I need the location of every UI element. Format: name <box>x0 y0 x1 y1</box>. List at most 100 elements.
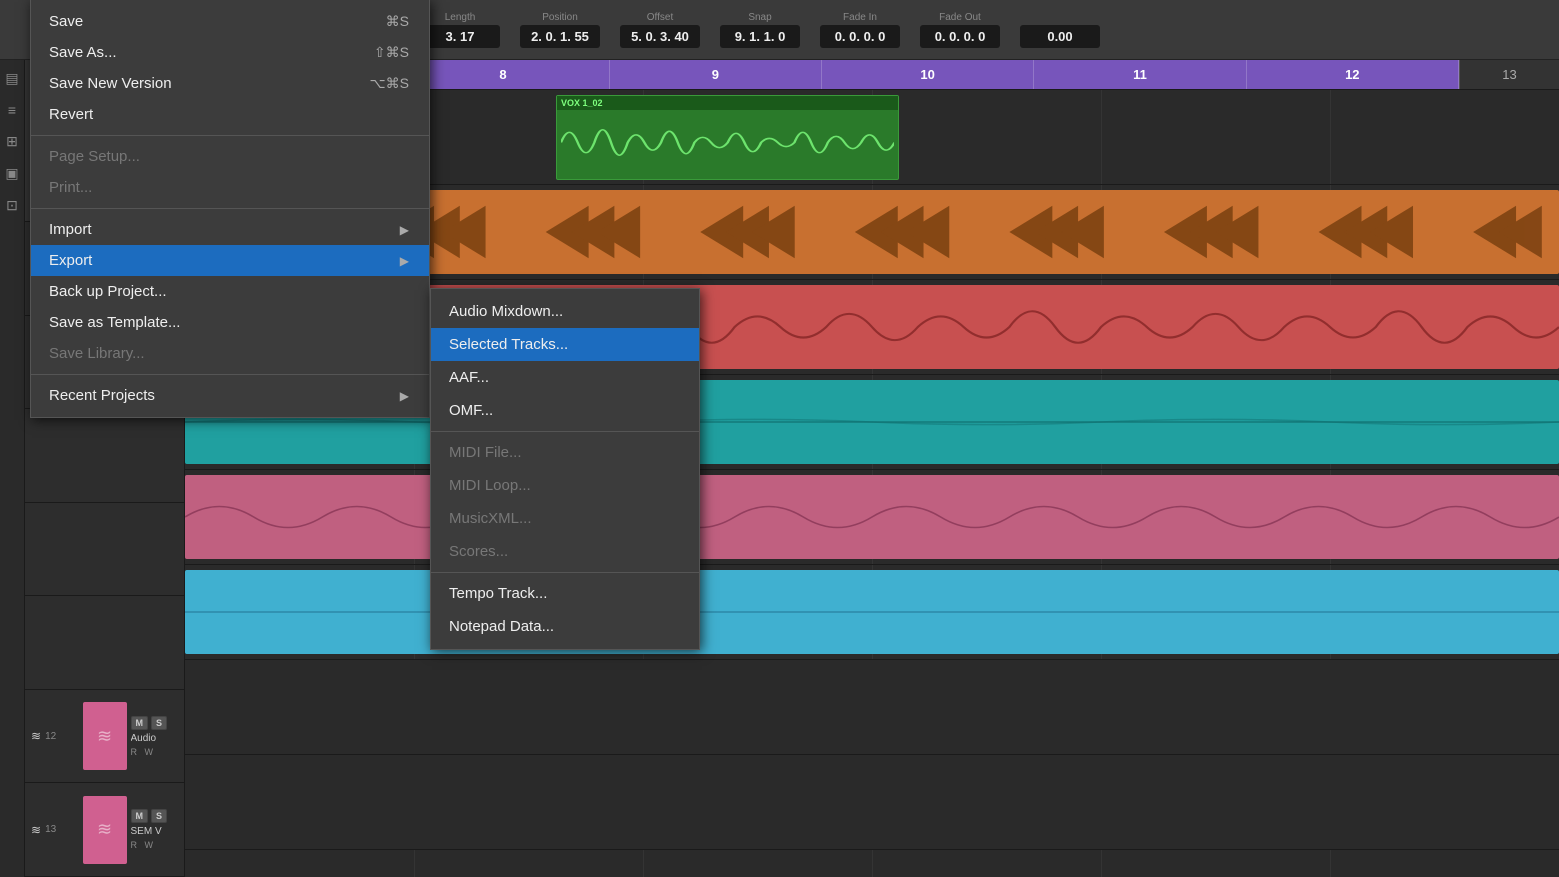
length-value: 3. 17 <box>420 25 500 48</box>
export-item-aaf[interactable]: AAF... <box>431 361 699 394</box>
menu-item-save-as-label: Save As... <box>49 44 117 61</box>
export-item-aaf-label: AAF... <box>449 369 489 386</box>
menu-item-recent-projects[interactable]: Recent Projects ▶ <box>31 380 429 411</box>
menu-item-print-label: Print... <box>49 179 92 196</box>
menu-item-save-new-version-shortcut: ⌥⌘S <box>370 75 409 92</box>
track-12-buttons: M S <box>131 716 179 730</box>
track-13-s-btn[interactable]: S <box>151 809 167 823</box>
track-12-controls: M S Audio R W <box>131 716 179 757</box>
ruler-mark-13: 13 <box>1459 60 1559 89</box>
fade-in-label: Fade In <box>843 12 877 23</box>
export-item-selected-tracks[interactable]: Selected Tracks... <box>431 328 699 361</box>
timeline-track-skyblue <box>185 565 1559 660</box>
sidebar-icon-1[interactable]: ▤ <box>5 70 18 87</box>
position-value: 2. 0. 1. 55 <box>520 25 600 48</box>
menu-item-print: Print... <box>31 172 429 203</box>
export-item-omf[interactable]: OMF... <box>431 394 699 427</box>
export-separator-1 <box>431 431 699 432</box>
fade-in-value: 0. 0. 0. 0 <box>820 25 900 48</box>
menu-item-save-label: Save <box>49 13 83 30</box>
track-13-m-btn[interactable]: M <box>131 809 149 823</box>
menu-item-save-template[interactable]: Save as Template... <box>31 307 429 338</box>
timeline-track-13 <box>185 755 1559 850</box>
menu-item-export[interactable]: Export ▶ <box>31 245 429 276</box>
menu-separator-3 <box>31 374 429 375</box>
export-item-midi-loop-label: MIDI Loop... <box>449 477 531 494</box>
fade-out-label: Fade Out <box>939 12 981 23</box>
menu-item-revert[interactable]: Revert <box>31 99 429 130</box>
export-item-scores: Scores... <box>431 535 699 568</box>
export-item-midi-file-label: MIDI File... <box>449 444 522 461</box>
track-12-color: ≋ <box>83 702 127 770</box>
menu-item-backup-label: Back up Project... <box>49 283 167 300</box>
menu-item-page-setup: Page Setup... <box>31 141 429 172</box>
transport-snap: Snap 9. 1. 1. 0 <box>720 12 800 48</box>
track-13-controls: M S SEM V R W <box>131 809 179 850</box>
ruler-mark-11: 11 <box>1034 60 1246 89</box>
track-header-row-empty-3 <box>25 409 184 502</box>
menu-separator-2 <box>31 208 429 209</box>
export-item-audio-mixdown[interactable]: Audio Mixdown... <box>431 295 699 328</box>
ruler-mark-10: 10 <box>822 60 1034 89</box>
track-12-s-btn[interactable]: S <box>151 716 167 730</box>
export-item-scores-label: Scores... <box>449 543 508 560</box>
transport-fade-out-value: 0. 0. 0. 0 <box>920 25 1000 48</box>
menu-item-recent-projects-arrow: ▶ <box>400 389 409 403</box>
snap-value: 9. 1. 1. 0 <box>720 25 800 48</box>
menu-item-save-new-version-label: Save New Version <box>49 75 172 92</box>
transport-fade-in: Fade In 0. 0. 0. 0 <box>820 12 900 48</box>
sidebar-icon-5[interactable]: ⊡ <box>6 197 18 214</box>
vox-clip-title: VOX 1_02 <box>557 96 899 110</box>
track-13-color: ≋ <box>83 796 127 864</box>
menu-item-revert-label: Revert <box>49 106 93 123</box>
track-13-num: 13 <box>45 824 56 835</box>
offset-value: 5. 0. 3. 40 <box>620 25 700 48</box>
menu-item-import-arrow: ▶ <box>400 223 409 237</box>
transport-extra: 0.00 <box>1020 12 1100 48</box>
transport-length: Length 3. 17 <box>420 12 500 48</box>
offset-label: Offset <box>647 12 674 23</box>
export-item-notepad-data-label: Notepad Data... <box>449 618 554 635</box>
extra-label <box>1059 12 1062 23</box>
menu-item-export-arrow: ▶ <box>400 254 409 268</box>
pink-clip[interactable] <box>185 475 1559 559</box>
track-row-12-top: ≋ 12 ≋ M S Audio R W <box>31 702 178 770</box>
menu-item-save-as[interactable]: Save As... ⇧⌘S <box>31 37 429 68</box>
sidebar-icon-2[interactable]: ≡ <box>8 102 16 118</box>
menu-item-import[interactable]: Import ▶ <box>31 214 429 245</box>
snap-label: Snap <box>748 12 771 23</box>
menu-item-save-library: Save Library... <box>31 338 429 369</box>
timeline-track-12 <box>185 660 1559 755</box>
track-header-row-13: ≋ 13 ≋ M S SEM V R W <box>25 783 184 877</box>
menu-item-save[interactable]: Save ⌘S <box>31 6 429 37</box>
file-menu: Save ⌘S Save As... ⇧⌘S Save New Version … <box>30 0 430 418</box>
export-separator-2 <box>431 572 699 573</box>
vox-clip[interactable]: VOX 1_02 <box>556 95 900 180</box>
export-item-audio-mixdown-label: Audio Mixdown... <box>449 303 563 320</box>
sidebar-icon-3[interactable]: ⊞ <box>6 133 18 150</box>
track-12-num: 12 <box>45 731 56 742</box>
export-item-musicxml: MusicXML... <box>431 502 699 535</box>
export-item-tempo-track[interactable]: Tempo Track... <box>431 577 699 610</box>
export-submenu: Audio Mixdown... Selected Tracks... AAF.… <box>430 288 700 650</box>
left-sidebar: ▤ ≡ ⊞ ▣ ⊡ <box>0 60 25 877</box>
export-item-omf-label: OMF... <box>449 402 493 419</box>
track-12-waveform-icon: ≋ <box>31 729 41 743</box>
menu-separator-1 <box>31 135 429 136</box>
track-13-rw: R W <box>131 840 179 850</box>
extra-value: 0.00 <box>1020 25 1100 48</box>
menu-item-backup[interactable]: Back up Project... <box>31 276 429 307</box>
track-12-rw: R W <box>131 747 179 757</box>
skyblue-clip[interactable] <box>185 570 1559 654</box>
track-header-row-12: ≋ 12 ≋ M S Audio R W <box>25 690 184 784</box>
transport-info: Length 3. 17 Position 2. 0. 1. 55 Offset… <box>420 12 1100 48</box>
menu-item-save-new-version[interactable]: Save New Version ⌥⌘S <box>31 68 429 99</box>
track-12-m-btn[interactable]: M <box>131 716 149 730</box>
track-header-row-empty-4 <box>25 503 184 596</box>
export-item-notepad-data[interactable]: Notepad Data... <box>431 610 699 643</box>
sidebar-icon-4[interactable]: ▣ <box>5 165 18 182</box>
position-label: Position <box>542 12 578 23</box>
track-12-name: Audio <box>131 733 179 744</box>
track-row-13-top: ≋ 13 ≋ M S SEM V R W <box>31 796 178 864</box>
timeline-track-pink <box>185 470 1559 565</box>
